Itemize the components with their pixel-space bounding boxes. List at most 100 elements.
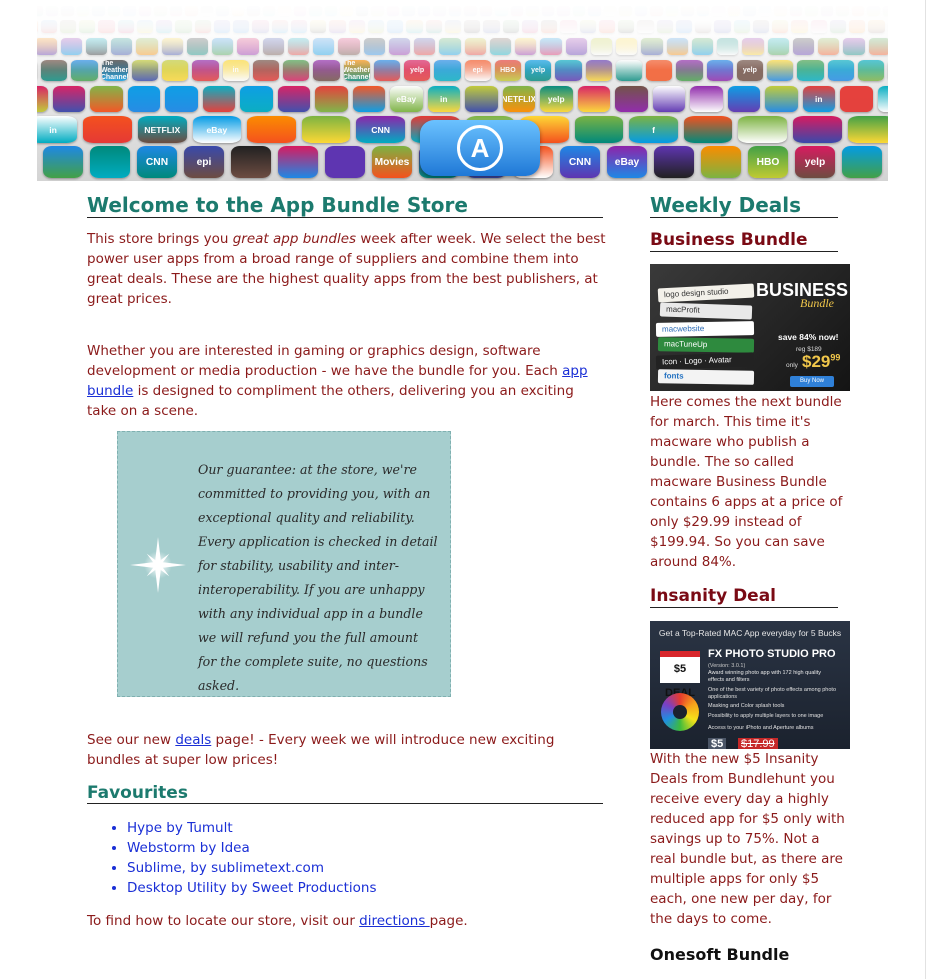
insanity-bullet: Possibility to apply multiple layers to … (708, 713, 824, 719)
app-store-icon: A (420, 120, 540, 176)
app-tile-icon (315, 86, 348, 112)
app-tile-icon (43, 146, 83, 178)
page-title: Welcome to the App Bundle Store (87, 193, 603, 218)
app-tile-icon (277, 86, 310, 112)
app-tile-icon: Movies (372, 146, 412, 178)
app-tile-icon: HBO (748, 146, 788, 178)
buy-now-button[interactable]: Buy Now (790, 376, 834, 387)
insanity-app-description: Award winning photo app with 172 high qu… (708, 670, 822, 683)
app-tile-icon (247, 116, 296, 143)
deals-paragraph: See our new deals page! - Every week we … (87, 730, 607, 770)
app-tile-icon: yelp (540, 86, 573, 112)
app-tile-icon (301, 116, 351, 143)
app-tile-icon (842, 146, 882, 178)
app-tile-icon: in (37, 116, 78, 143)
book-spine: macProfit (659, 302, 753, 320)
app-tile-icon: NETFLIX (502, 86, 535, 112)
interest-text: Whether you are interested in gaming or … (87, 343, 563, 379)
directions-text-rest: page. (429, 913, 468, 929)
interest-text-rest: is designed to compliment the others, de… (87, 383, 574, 419)
insanity-bullet: One of the best variety of photo effects… (708, 687, 837, 700)
app-tile-icon (278, 146, 318, 178)
app-tile-icon: epi (184, 146, 224, 178)
insanity-tagline: Get a Top-Rated MAC App everyday for 5 B… (658, 628, 842, 638)
weekly-deals-heading: Weekly Deals (650, 193, 838, 218)
insanity-price: $5 (708, 738, 727, 749)
app-tile-icon (352, 86, 385, 112)
app-tile-icon: yelp (795, 146, 835, 178)
favourites-list: Hype by Tumult Webstorm by Idea Sublime,… (87, 818, 627, 898)
app-tile-icon (847, 116, 888, 143)
business-bundle-text: Here comes the next bundle for march. Th… (650, 394, 843, 570)
app-tile-icon (615, 86, 648, 112)
book-spine: macwebsite (655, 321, 755, 337)
app-tile-icon: eBay (390, 86, 423, 112)
insanity-bullet: Masking and Color splash tools (708, 703, 785, 709)
intro-paragraph: This store brings you great app bundles … (87, 229, 607, 309)
app-tile-icon (701, 146, 741, 178)
app-tile-icon (83, 116, 132, 143)
insanity-old-price: $17.99 (738, 738, 778, 749)
app-tile-icon: in (802, 86, 835, 112)
banner-row-5: The Weather ChanneleBayinNETFLIXyelpin (37, 86, 888, 112)
app-tile-icon (90, 146, 130, 178)
book-spine: fonts (657, 369, 755, 385)
guarantee-box: Our guarantee: at the store, we're commi… (117, 431, 451, 697)
sparkle-icon (130, 537, 186, 593)
app-tile-icon (840, 86, 873, 112)
directions-text: To find how to locate our store, visit o… (87, 913, 360, 929)
app-tile-icon (793, 116, 842, 143)
directions-paragraph: To find how to locate our store, visit o… (87, 911, 607, 931)
app-tile-icon (683, 116, 733, 143)
insanity-deal-text: With the new $5 Insanity Deals from Bund… (650, 751, 845, 927)
app-tile-icon (738, 116, 788, 143)
insanity-bullet: Access to your iPhoto and Aperture album… (708, 725, 814, 731)
app-tile-icon (202, 86, 235, 112)
app-tile-icon: CNN (560, 146, 600, 178)
insanity-app-version: (Version: 3.0.1) (708, 663, 746, 669)
app-tile-icon: NETFLIX (137, 116, 187, 143)
insanity-app-name: FX PHOTO STUDIO PRO (708, 648, 836, 660)
app-tile-icon (765, 86, 798, 112)
business-price-dollars: $29 (802, 352, 831, 371)
business-bundle-image[interactable]: logo design studio macProfit macwebsite … (650, 264, 850, 391)
book-spine: logo design studio (657, 283, 755, 303)
app-tile-icon: in (427, 86, 460, 112)
app-tile-icon (877, 86, 888, 112)
guarantee-text: Our guarantee: at the store, we're commi… (198, 462, 438, 693)
business-only-label: only (786, 362, 798, 369)
app-tile-icon (574, 116, 624, 143)
app-tile-icon (127, 86, 160, 112)
favourite-item: Desktop Utility by Sweet Productions (127, 878, 627, 898)
deals-text: See our new (87, 732, 176, 748)
directions-link[interactable]: directions (359, 913, 430, 929)
favourites-heading: Favourites (87, 783, 603, 804)
business-save-text: save 84% now! (778, 332, 839, 342)
app-tile-icon (727, 86, 760, 112)
banner-fade (37, 0, 888, 70)
business-bundle-heading[interactable]: Business Bundle (650, 229, 838, 252)
business-price: $2999 (802, 352, 840, 372)
app-tile-icon (165, 86, 198, 112)
onesoft-bundle-heading[interactable]: Onesoft Bundle (650, 945, 789, 965)
five-dollar-deal-badge: $5 DEAL (660, 651, 700, 699)
app-tile-icon (690, 86, 723, 112)
intro-emphasis: great app bundles (232, 231, 357, 247)
book-spine: macTuneUp (657, 337, 755, 353)
insanity-deal-image[interactable]: Get a Top-Rated MAC App everyday for 5 B… (650, 621, 850, 749)
favourite-item: Sublime, by sublimetext.com (127, 858, 627, 878)
page-edge (925, 0, 926, 979)
app-tile-icon (325, 146, 365, 178)
app-icons-banner: NETFLIXThe Weather ChannelinThe Weather … (37, 0, 888, 181)
interest-paragraph: Whether you are interested in gaming or … (87, 341, 607, 421)
app-tile-icon (231, 146, 271, 178)
app-tile-icon (37, 86, 48, 112)
book-spine: Icon · Logo · Avatar (655, 352, 755, 370)
business-subline: Bundle (800, 296, 834, 310)
lens-center (673, 705, 687, 719)
insanity-deal-heading[interactable]: Insanity Deal (650, 585, 838, 608)
deals-link[interactable]: deals (175, 732, 211, 748)
favourite-item: Webstorm by Idea (127, 838, 627, 858)
app-tile-icon (654, 146, 694, 178)
app-tile-icon: eBay (607, 146, 647, 178)
